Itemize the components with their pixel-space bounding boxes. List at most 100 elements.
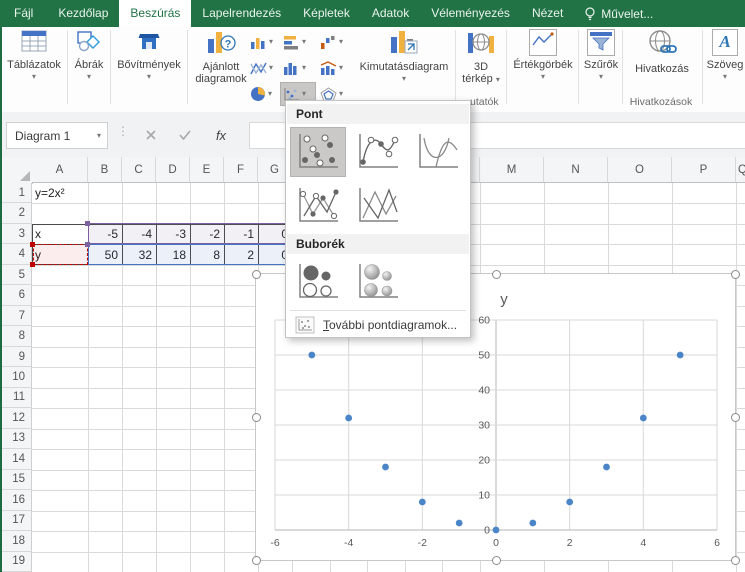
chart-resize-handle[interactable] — [731, 413, 740, 422]
insert-bar-chart-button[interactable]: ▾ — [281, 31, 315, 53]
chart-series-name-highlight[interactable] — [33, 244, 88, 265]
tab-file[interactable]: Fájl — [0, 0, 47, 27]
range-handle[interactable] — [30, 262, 35, 267]
row-header-18[interactable]: 18 — [0, 531, 32, 551]
chart-resize-handle[interactable] — [731, 270, 740, 279]
chevron-down-icon[interactable]: ▾ — [97, 132, 101, 140]
row-header-19[interactable]: 19 — [0, 552, 32, 572]
insert-line-chart-button[interactable]: ▾ — [248, 57, 282, 79]
menu-item-scatter[interactable] — [290, 127, 346, 177]
text-button[interactable]: A Szöveg ▾ — [705, 29, 745, 109]
insert-pie-chart-button[interactable]: ▾ — [248, 83, 282, 105]
recommended-charts-button[interactable]: ? Ajánlott diagramok — [190, 29, 252, 109]
chart-resize-handle[interactable] — [492, 556, 501, 565]
menu-separator — [290, 310, 466, 311]
cell-A1[interactable]: y=2x² — [32, 183, 88, 203]
more-scatter-charts-item[interactable]: További pontdiagramok... — [287, 313, 469, 337]
menu-item-scatter-smooth[interactable] — [410, 127, 466, 177]
row-header-6[interactable]: 6 — [0, 285, 32, 305]
data-point[interactable] — [603, 464, 610, 471]
column-header-O[interactable]: O — [608, 157, 672, 183]
tables-button[interactable]: Táblázatok ▾ — [4, 29, 64, 109]
menu-item-bubble-3d[interactable] — [350, 257, 406, 307]
illustrations-button[interactable]: Ábrák ▾ — [69, 29, 109, 109]
row-header-13[interactable]: 13 — [0, 429, 32, 449]
menu-item-bubble[interactable] — [290, 257, 346, 307]
chart-title[interactable]: y — [500, 291, 508, 308]
tab-home[interactable]: Kezdőlap — [47, 0, 119, 27]
data-point[interactable] — [493, 527, 500, 534]
row-header-10[interactable]: 10 — [0, 367, 32, 387]
map-label-2: térkép ▾ — [458, 73, 504, 85]
row-header-12[interactable]: 12 — [0, 408, 32, 428]
row-header-9[interactable]: 9 — [0, 347, 32, 367]
range-handle[interactable] — [85, 242, 90, 247]
column-header-Q[interactable]: Q — [736, 157, 745, 183]
column-header-P[interactable]: P — [672, 157, 736, 183]
row-header-3[interactable]: 3 — [0, 224, 32, 244]
group-separator — [455, 30, 456, 104]
tab-insert[interactable]: Beszúrás — [119, 0, 191, 27]
cancel-button[interactable] — [138, 124, 164, 146]
insert-column-chart-button[interactable]: ▾ — [248, 31, 282, 53]
chart-resize-handle[interactable] — [731, 556, 740, 565]
chart-resize-handle[interactable] — [492, 270, 501, 279]
column-header-M[interactable]: M — [480, 157, 544, 183]
column-header-E[interactable]: E — [190, 157, 224, 183]
menu-item-scatter-smooth-markers[interactable] — [350, 127, 406, 177]
data-point[interactable] — [382, 464, 389, 471]
chart-resize-handle[interactable] — [252, 556, 261, 565]
insert-histogram-chart-button[interactable]: ▾ — [281, 57, 315, 79]
data-point[interactable] — [456, 520, 463, 527]
insert-waterfall-chart-button[interactable]: ▾ — [318, 31, 352, 53]
chevron-down-icon: ▾ — [508, 73, 578, 81]
chart-resize-handle[interactable] — [252, 270, 261, 279]
row-header-1[interactable]: 1 — [0, 183, 32, 203]
row-header-5[interactable]: 5 — [0, 265, 32, 285]
chart-x-range-highlight[interactable] — [88, 223, 292, 244]
row-header-17[interactable]: 17 — [0, 511, 32, 531]
addins-button[interactable]: Bővítmények ▾ — [112, 29, 186, 109]
chart-resize-handle[interactable] — [252, 413, 261, 422]
row-header-2[interactable]: 2 — [0, 203, 32, 223]
insert-combo-chart-button[interactable]: ▾ — [318, 57, 352, 79]
name-box[interactable]: Diagram 1 ▾ — [6, 122, 108, 149]
column-header-F[interactable]: F — [224, 157, 258, 183]
menu-item-scatter-straight[interactable] — [350, 181, 406, 231]
insert-function-button[interactable]: fx — [208, 124, 234, 146]
row-header-14[interactable]: 14 — [0, 449, 32, 469]
pivot-chart-button[interactable]: Kimutatásdiagram ▾ — [352, 29, 456, 109]
tab-view[interactable]: Nézet — [521, 0, 574, 27]
tab-formulas[interactable]: Képletek — [292, 0, 361, 27]
data-point[interactable] — [677, 352, 684, 359]
data-point[interactable] — [419, 499, 426, 506]
column-header-D[interactable]: D — [156, 157, 190, 183]
row-header-7[interactable]: 7 — [0, 306, 32, 326]
data-point[interactable] — [529, 520, 536, 527]
row-header-15[interactable]: 15 — [0, 470, 32, 490]
range-handle[interactable] — [85, 221, 90, 226]
tab-data[interactable]: Adatok — [361, 0, 420, 27]
chart-y-range-highlight[interactable] — [88, 244, 292, 265]
tab-page-layout[interactable]: Lapelrendezés — [191, 0, 292, 27]
range-handle[interactable] — [30, 242, 35, 247]
enter-button[interactable] — [172, 124, 198, 146]
data-point[interactable] — [640, 415, 647, 422]
menu-item-scatter-straight-markers[interactable] — [290, 181, 346, 231]
tell-me-box[interactable]: Művelet... — [574, 0, 663, 27]
tab-review[interactable]: Véleményezés — [420, 0, 521, 27]
column-header-N[interactable]: N — [544, 157, 608, 183]
row-header-11[interactable]: 11 — [0, 388, 32, 408]
data-point[interactable] — [345, 415, 352, 422]
row-header-16[interactable]: 16 — [0, 490, 32, 510]
row-header-8[interactable]: 8 — [0, 326, 32, 346]
formula-bar-splitter[interactable]: ⋮ — [117, 124, 129, 138]
data-point[interactable] — [566, 499, 573, 506]
tables-label: Táblázatok — [4, 59, 64, 71]
column-header-B[interactable]: B — [88, 157, 122, 183]
data-point[interactable] — [308, 352, 315, 359]
select-all-button[interactable] — [0, 157, 33, 184]
column-header-A[interactable]: A — [32, 157, 88, 183]
column-header-C[interactable]: C — [122, 157, 156, 183]
row-header-4[interactable]: 4 — [0, 244, 32, 264]
